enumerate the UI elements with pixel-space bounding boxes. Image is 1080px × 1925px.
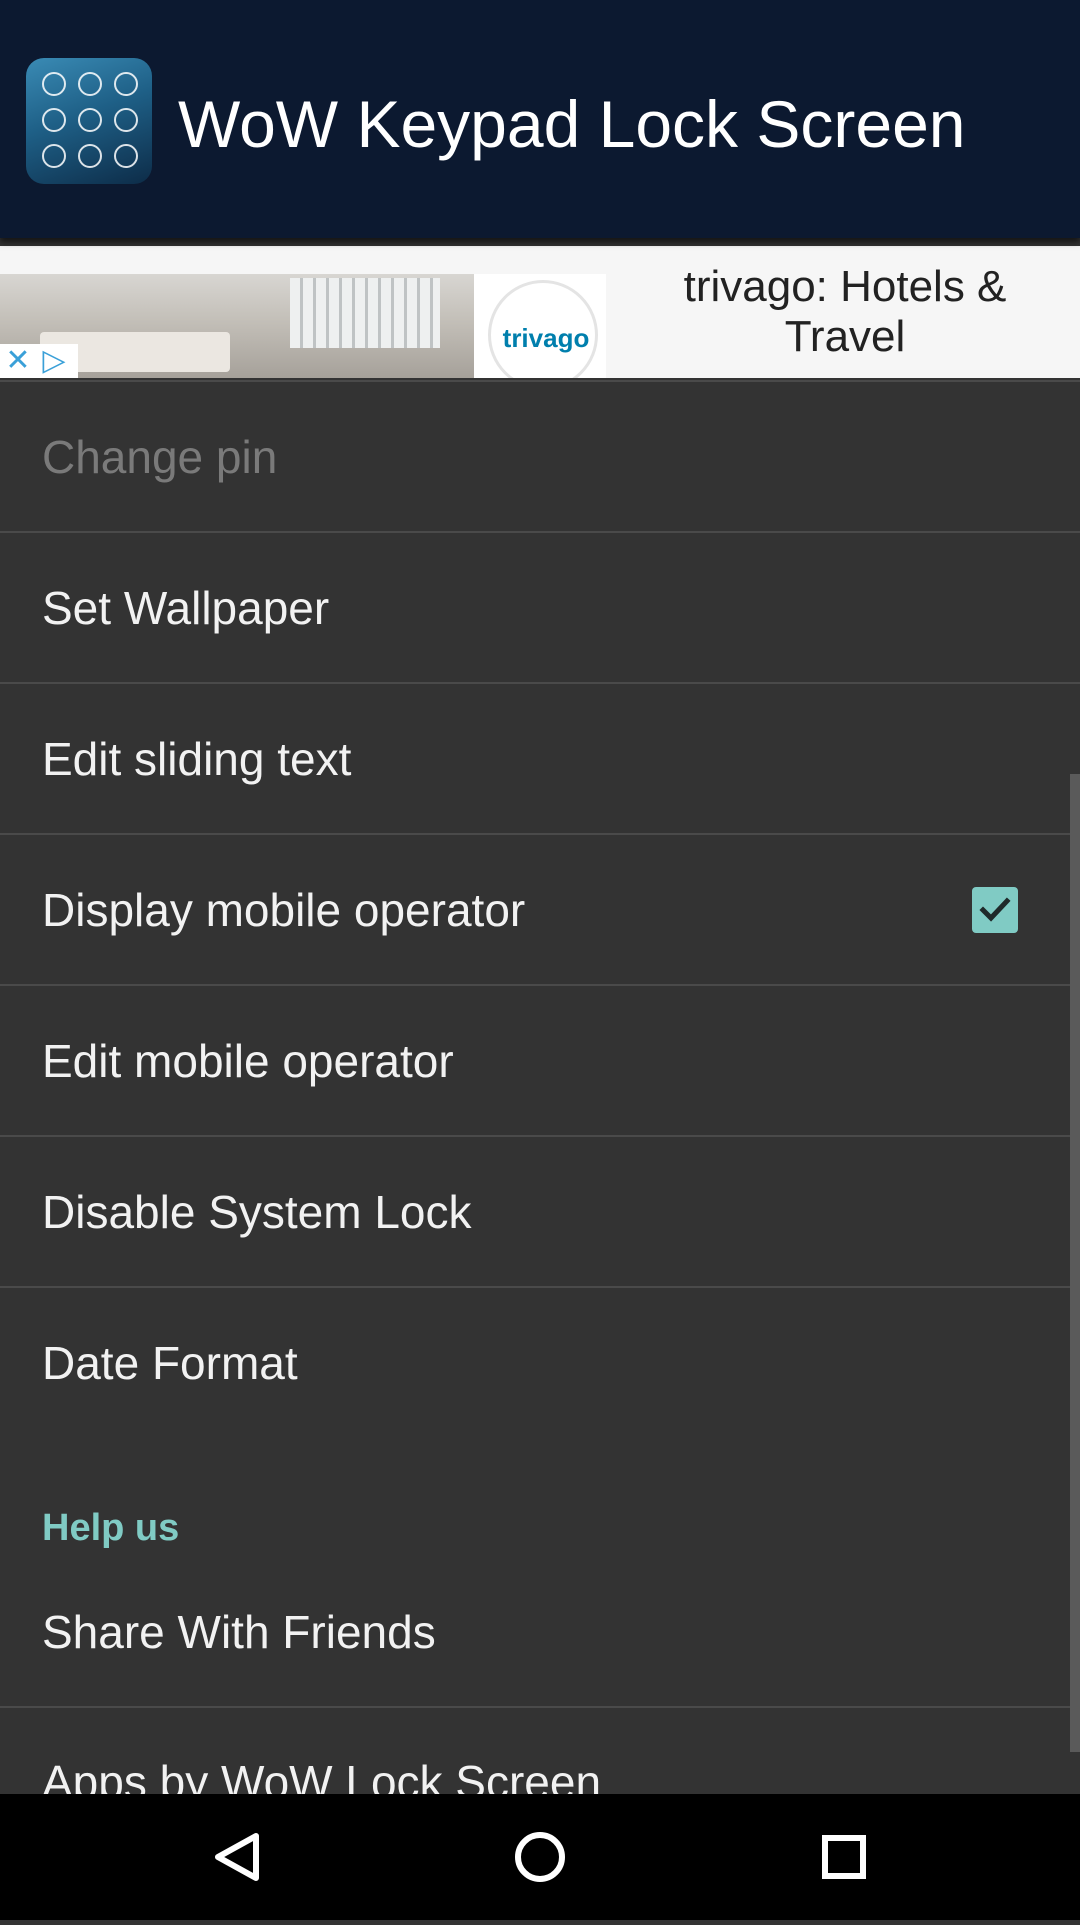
- recents-square-icon: [822, 1835, 866, 1879]
- setting-label: Change pin: [42, 430, 278, 483]
- app-bar: WoW Keypad Lock Screen: [0, 0, 1080, 238]
- setting-edit-sliding-text[interactable]: Edit sliding text: [0, 684, 1080, 833]
- setting-label: Share With Friends: [42, 1605, 436, 1658]
- setting-share-with-friends[interactable]: Share With Friends: [0, 1557, 1080, 1706]
- setting-label: Set Wallpaper: [42, 581, 330, 634]
- setting-change-pin[interactable]: Change pin: [0, 382, 1080, 531]
- section-label: Help us: [42, 1507, 180, 1549]
- setting-date-format[interactable]: Date Format: [0, 1288, 1080, 1437]
- setting-display-mobile-operator[interactable]: Display mobile operator: [0, 835, 1080, 984]
- app-title: WoW Keypad Lock Screen: [178, 87, 966, 161]
- setting-disable-system-lock[interactable]: Disable System Lock: [0, 1137, 1080, 1286]
- nav-home-button[interactable]: [460, 1794, 620, 1920]
- back-triangle-icon: [215, 1833, 259, 1881]
- scrollbar[interactable]: [1070, 774, 1080, 1752]
- ad-controls: ✕ ▷: [0, 344, 78, 378]
- setting-label: Date Format: [42, 1336, 298, 1389]
- setting-label: Edit sliding text: [42, 732, 352, 785]
- ad-choices-icon[interactable]: ▷: [36, 344, 72, 378]
- home-circle-icon: [515, 1832, 565, 1882]
- checkmark-icon: [979, 897, 1011, 922]
- settings-list: Change pin Set Wallpaper Edit sliding te…: [0, 380, 1080, 1857]
- setting-label: Disable System Lock: [42, 1185, 472, 1238]
- nav-recents-button[interactable]: [764, 1794, 924, 1920]
- setting-label: Edit mobile operator: [42, 1034, 454, 1087]
- nav-back-button[interactable]: [158, 1794, 318, 1920]
- ad-title[interactable]: trivago: Hotels & Travel: [630, 262, 1060, 362]
- ad-banner[interactable]: trivago trivago: Hotels & Travel ✕ ▷: [0, 246, 1080, 378]
- ad-logo[interactable]: trivago: [474, 274, 606, 378]
- display-operator-checkbox[interactable]: [972, 887, 1018, 933]
- setting-set-wallpaper[interactable]: Set Wallpaper: [0, 533, 1080, 682]
- setting-label: Display mobile operator: [42, 883, 526, 936]
- navigation-bar: [0, 1794, 1080, 1920]
- close-icon[interactable]: ✕: [0, 344, 36, 378]
- setting-edit-mobile-operator[interactable]: Edit mobile operator: [0, 986, 1080, 1135]
- keypad-app-icon: [26, 58, 152, 184]
- section-header-help-us: Help us: [0, 1437, 1080, 1557]
- ad-brand-label: trivago: [502, 323, 590, 353]
